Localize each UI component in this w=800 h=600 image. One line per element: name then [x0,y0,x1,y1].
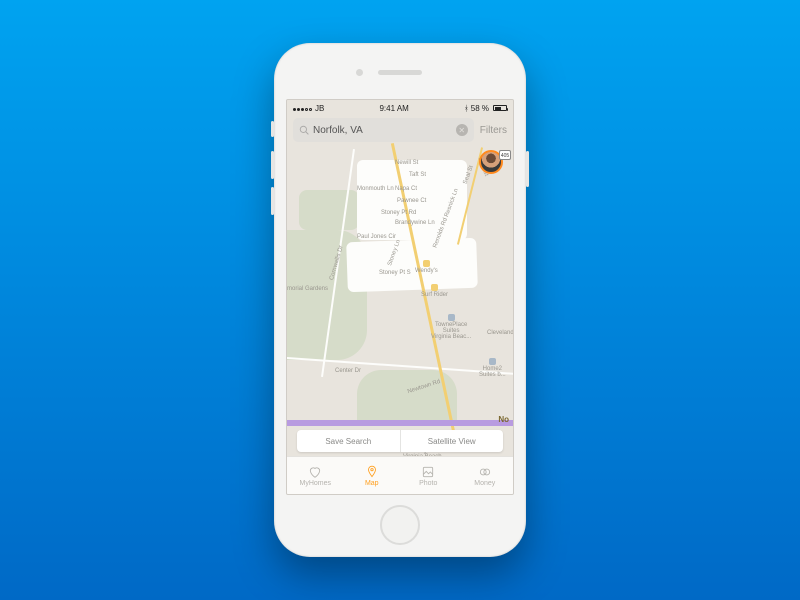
map-action-bar: Save Search Satellite View [297,430,503,452]
street-label: Newill St [395,160,418,166]
tab-bar: MyHomes Map Photo Money [287,456,513,494]
volume-up [271,151,274,179]
poi-wendys[interactable]: Wendy's [415,260,438,274]
battery-icon [493,105,507,111]
street-label: Paul Jones Cir [357,234,396,240]
search-row: Norfolk, VA ✕ Filters [293,118,507,142]
photo-icon [421,465,435,479]
street-label: Pawnee Ct [397,198,426,204]
earpiece [378,70,422,75]
front-camera [356,69,363,76]
money-icon [478,465,492,479]
search-icon [299,125,309,135]
street-label: Cleveland [487,330,514,336]
signal-dots-icon [293,104,313,113]
volume-down [271,187,274,215]
street-label: Monmouth Ln [357,186,394,192]
street-label: Center Dr [335,368,361,374]
street-label: Stoney Pt Rd [381,210,416,216]
tab-photo[interactable]: Photo [400,457,457,494]
filters-button[interactable]: Filters [480,125,507,136]
tab-map[interactable]: Map [344,457,401,494]
street-label: morial Gardens [287,286,328,292]
home-button[interactable] [380,505,420,545]
tab-money[interactable]: Money [457,457,514,494]
satellite-view-button[interactable]: Satellite View [401,430,504,452]
app-screen: JB 9:41 AM ᚼ 58 % Norfolk, VA ✕ Filters [286,99,514,495]
street-label: Taft St [409,172,426,178]
carrier-label: JB [315,104,324,113]
poi-home2[interactable]: Home2 Suites b... [479,358,506,378]
battery-label: 58 % [471,104,489,113]
street-label: Brandywine Ln [395,220,435,226]
heart-icon [308,465,322,479]
phone-device: JB 9:41 AM ᚼ 58 % Norfolk, VA ✕ Filters [274,43,526,557]
clock: 9:41 AM [379,104,408,113]
bluetooth-icon: ᚼ [464,104,469,113]
highway [287,420,513,426]
search-value: Norfolk, VA [313,125,363,136]
search-input[interactable]: Norfolk, VA ✕ [293,118,474,142]
mute-switch [271,121,274,137]
pin-icon [365,465,379,479]
status-bar: JB 9:41 AM ᚼ 58 % [287,100,513,116]
save-search-button[interactable]: Save Search [297,430,401,452]
clear-search-button[interactable]: ✕ [456,124,468,136]
route-shield: 405 [499,150,511,160]
poi-towneplace[interactable]: TownePlace Suites Virginia Beac... [431,314,471,340]
street-label: Stoney Pt S [379,270,411,276]
highway-label: No [498,415,509,424]
street-label: Napa Ct [395,186,417,192]
tab-myhomes[interactable]: MyHomes [287,457,344,494]
poi-surfrider[interactable]: Surf Rider [421,284,448,298]
power-button [526,151,529,187]
